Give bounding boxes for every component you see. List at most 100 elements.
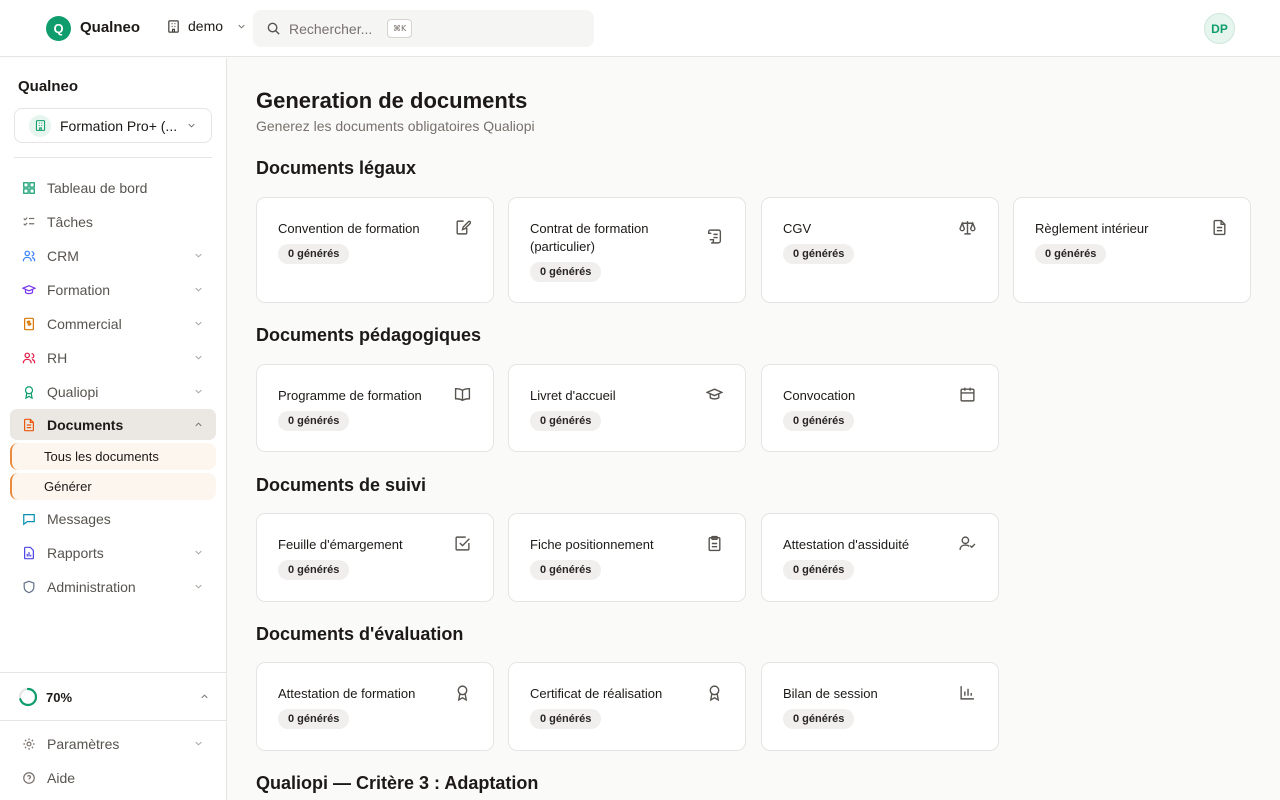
- sidebar-item-label: Administration: [47, 578, 136, 595]
- divider: [0, 672, 227, 673]
- sidebar-item-label: Documents: [47, 416, 124, 433]
- sidebar-item-label: Formation: [47, 281, 111, 298]
- document-card[interactable]: Attestation d'assiduité 0 générés: [761, 513, 999, 602]
- edit-document-icon: [454, 219, 472, 236]
- document-card[interactable]: Attestation de formation 0 générés: [256, 662, 494, 751]
- message-icon: [23, 513, 35, 525]
- card-title: Feuille d'émargement: [278, 537, 403, 552]
- card-title: Certificat de réalisation: [530, 686, 663, 701]
- generated-count-badge: 0 générés: [530, 411, 602, 431]
- generated-count-badge: 0 générés: [278, 244, 350, 264]
- card-title: Attestation de formation: [278, 686, 416, 701]
- document-card[interactable]: CGV 0 générés: [761, 197, 999, 303]
- sidebar-item-taches[interactable]: Tâches: [10, 206, 216, 237]
- document-card[interactable]: Feuille d'émargement 0 générés: [256, 513, 494, 602]
- divider: [14, 157, 212, 158]
- report-icon: [24, 546, 34, 559]
- user-avatar[interactable]: DP: [1204, 13, 1235, 44]
- sidebar-item-tableau-de-bord[interactable]: Tableau de bord: [10, 172, 216, 203]
- document-card[interactable]: Fiche positionnement 0 générés: [508, 513, 746, 602]
- sidebar-item-label: CRM: [47, 247, 79, 264]
- sidebar-item-rh[interactable]: RH: [10, 342, 216, 373]
- generated-count-badge: 0 générés: [783, 709, 855, 729]
- chevron-up-icon: [195, 422, 202, 427]
- app-logo[interactable]: Q: [46, 16, 71, 41]
- book-open-icon: [454, 386, 471, 403]
- chevron-down-icon: [195, 389, 202, 394]
- user-check-icon: [959, 535, 976, 552]
- sidebar-item-label: Tâches: [47, 213, 93, 230]
- setup-progress[interactable]: 70%: [18, 686, 214, 708]
- check-square-icon: [454, 535, 471, 552]
- shield-icon: [23, 580, 35, 593]
- document-card[interactable]: Bilan de session 0 générés: [761, 662, 999, 751]
- generated-count-badge: 0 générés: [278, 411, 350, 431]
- dashboard-icon: [23, 181, 35, 194]
- scale-icon: [959, 219, 976, 236]
- sidebar-item-parametres[interactable]: Paramètres: [10, 728, 216, 759]
- sidebar-item-messages[interactable]: Messages: [10, 503, 216, 534]
- scroll-icon: [706, 228, 723, 245]
- search-icon: [267, 22, 280, 35]
- section-title: Documents d'évaluation: [256, 624, 464, 644]
- sidebar-item-documents[interactable]: Documents: [10, 409, 216, 440]
- progress-ring-icon: [18, 687, 38, 707]
- chevron-down-icon: [188, 123, 195, 128]
- document-card[interactable]: Certificat de réalisation 0 générés: [508, 662, 746, 751]
- shortcut-hint: ⌘K: [387, 19, 413, 38]
- card-title: Fiche positionnement: [530, 537, 654, 552]
- users-icon: [22, 250, 36, 261]
- sidebar-item-qualiopi[interactable]: Qualiopi: [10, 376, 216, 407]
- sidebar-item-formation[interactable]: Formation: [10, 274, 216, 305]
- generated-count-badge: 0 générés: [278, 560, 350, 580]
- sidebar-item-commercial[interactable]: Commercial: [10, 308, 216, 339]
- divider: [0, 720, 227, 721]
- section-title: Documents légaux: [256, 158, 417, 178]
- page-subtitle: Generez les documents obligatoires Quali…: [256, 118, 535, 134]
- sidebar-item-label: Paramètres: [47, 735, 120, 752]
- organization-selector[interactable]: Formation Pro+ (...: [14, 108, 212, 143]
- card-title: Convocation: [783, 388, 856, 403]
- search-input[interactable]: [289, 20, 379, 37]
- building-icon: [29, 114, 51, 137]
- document-icon: [24, 418, 34, 431]
- chevron-down-icon: [195, 287, 202, 292]
- document-card[interactable]: Convention de formation 0 générés: [256, 197, 494, 303]
- sidebar-item-aide[interactable]: Aide: [10, 762, 216, 793]
- chevron-down-icon: [195, 741, 202, 746]
- document-card[interactable]: Livret d'accueil 0 générés: [508, 364, 746, 452]
- section-title: Documents pédagogiques: [256, 325, 482, 345]
- document-card[interactable]: Règlement intérieur 0 générés: [1013, 197, 1251, 303]
- generated-count-badge: 0 générés: [783, 411, 855, 431]
- sidebar-title: Qualneo: [18, 78, 79, 95]
- sidebar-item-label: Rapports: [47, 544, 104, 561]
- chevron-down-icon: [195, 321, 202, 326]
- tasks-icon: [23, 216, 35, 226]
- generated-count-badge: 0 générés: [783, 244, 855, 264]
- progress-label: 70%: [46, 689, 73, 705]
- award-icon: [454, 684, 471, 702]
- sidebar-item-administration[interactable]: Administration: [10, 571, 216, 602]
- sidebar-item-rapports[interactable]: Rapports: [10, 537, 216, 568]
- generated-count-badge: 0 générés: [530, 262, 602, 282]
- card-title: Convention de formation: [278, 221, 420, 236]
- document-card[interactable]: Programme de formation 0 générés: [256, 364, 494, 452]
- bar-chart-icon: [959, 684, 976, 701]
- card-title: CGV: [783, 221, 812, 236]
- search-bar[interactable]: ⌘K: [253, 10, 594, 47]
- sidebar-subitem-tous-les-documents[interactable]: Tous les documents: [10, 443, 216, 470]
- workspace-selector[interactable]: demo: [166, 18, 247, 34]
- calendar-icon: [959, 386, 976, 403]
- generated-count-badge: 0 générés: [530, 560, 602, 580]
- receipt-icon: [24, 317, 34, 330]
- document-card[interactable]: Convocation 0 générés: [761, 364, 999, 452]
- award-icon: [24, 385, 34, 399]
- brand-name[interactable]: Qualneo: [80, 19, 140, 36]
- document-card[interactable]: Contrat de formation (particulier) 0 gén…: [508, 197, 746, 303]
- sidebar-item-crm[interactable]: CRM: [10, 240, 216, 271]
- card-title: Contrat de formation (particulier): [530, 221, 649, 254]
- sidebar-subitem-generer[interactable]: Générer: [10, 473, 216, 500]
- generated-count-badge: 0 générés: [278, 709, 350, 729]
- sidebar: Qualneo Formation Pro+ (... Tableau de b…: [0, 58, 227, 800]
- award-icon: [706, 684, 723, 702]
